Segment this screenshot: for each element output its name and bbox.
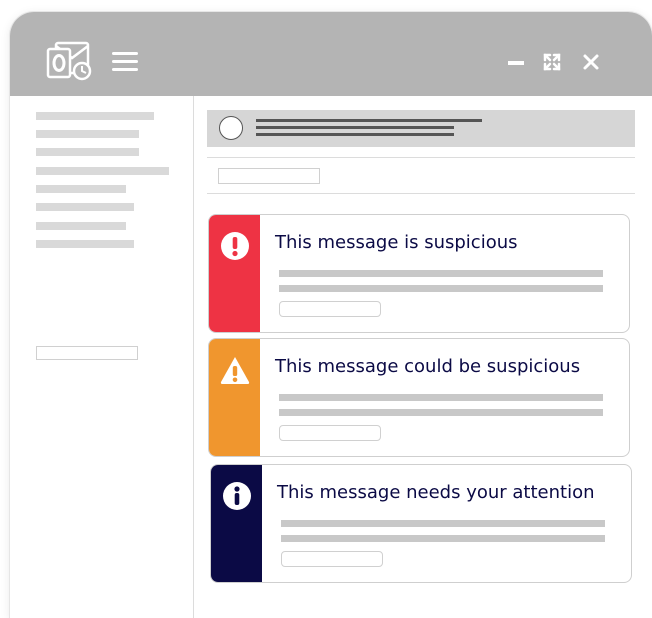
sidebar-item-placeholder[interactable] [36, 203, 134, 211]
hamburger-menu-icon[interactable] [112, 52, 138, 74]
maximize-icon[interactable] [542, 52, 562, 72]
sidebar-item-placeholder[interactable] [36, 240, 134, 248]
minimize-icon[interactable] [506, 52, 526, 72]
alert-suspicious: This message is suspicious [208, 214, 630, 333]
alert-text-line [279, 394, 603, 401]
sidebar-item-placeholder[interactable] [36, 112, 154, 120]
close-icon[interactable] [581, 52, 601, 72]
alert-color-strip [209, 339, 260, 456]
action-field-placeholder[interactable] [218, 168, 320, 184]
sidebar-button-placeholder[interactable] [36, 346, 138, 360]
alert-color-strip [209, 215, 260, 332]
meta-line-placeholder [256, 133, 454, 136]
sidebar-item-placeholder[interactable] [36, 167, 169, 175]
sidebar-item-placeholder[interactable] [36, 185, 126, 193]
outlook-mail-clock-icon[interactable] [46, 40, 92, 82]
exclamation-circle-icon [221, 232, 249, 260]
alert-action-button[interactable] [279, 301, 381, 317]
sidebar-item-placeholder[interactable] [36, 148, 139, 156]
folder-sidebar [10, 96, 194, 618]
sidebar-item-placeholder[interactable] [36, 222, 126, 230]
alert-text-line [279, 270, 603, 277]
warning-triangle-icon [220, 357, 250, 384]
title-bar [10, 12, 652, 96]
alert-text-line [281, 535, 605, 542]
toolbar-divider [207, 193, 635, 194]
alert-text-line [281, 520, 605, 527]
alert-could-be-suspicious: This message could be suspicious [208, 338, 630, 457]
sidebar-item-placeholder[interactable] [36, 130, 139, 138]
alert-action-button[interactable] [279, 425, 381, 441]
alert-text-line [279, 285, 603, 292]
info-circle-icon [223, 482, 251, 510]
alert-title: This message is suspicious [275, 232, 518, 253]
sender-avatar[interactable] [219, 116, 243, 140]
outlook-window: This message is suspicious This message … [10, 12, 652, 618]
header-divider [207, 157, 635, 158]
alert-color-strip [211, 465, 262, 582]
subject-line-placeholder [256, 126, 454, 129]
sender-line-placeholder [256, 119, 482, 122]
alert-needs-attention: This message needs your attention [210, 464, 632, 583]
message-header [207, 110, 635, 147]
alert-text-line [279, 409, 603, 416]
alert-title: This message could be suspicious [275, 356, 581, 377]
alert-title: This message needs your attention [277, 482, 595, 503]
alert-action-button[interactable] [281, 551, 383, 567]
